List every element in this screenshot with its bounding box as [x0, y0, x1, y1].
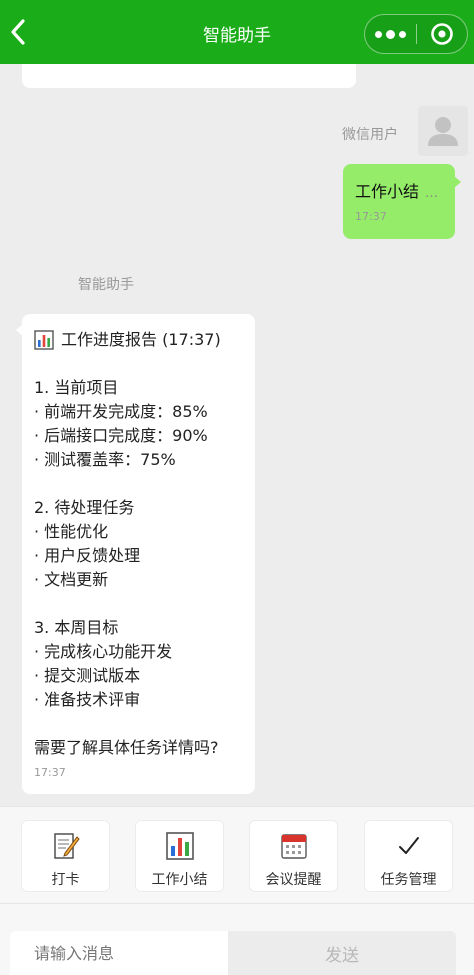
target-close-icon — [431, 23, 453, 45]
more-dots-icon — [375, 30, 382, 38]
section-heading: 3. 本周目标 — [34, 618, 119, 637]
report-title: 工作进度报告 (17:37) — [34, 328, 243, 352]
action-label: 工作小结 — [151, 872, 208, 888]
avatar — [418, 106, 468, 156]
message-status: … — [425, 186, 439, 201]
message-input[interactable] — [10, 931, 228, 975]
list-item: · 用户反馈处理 — [34, 546, 141, 565]
user-message-bubble[interactable]: 工作小结 … 17:37 — [343, 164, 461, 239]
bot-message-bubble[interactable]: 工作进度报告 (17:37) 1. 当前项目 · 前端开发完成度：85% · 后… — [16, 314, 255, 794]
list-item: · 前端开发完成度：85% — [34, 402, 208, 421]
list-item: · 测试覆盖率：75% — [34, 450, 176, 469]
more-button[interactable] — [365, 14, 416, 54]
follow-up-question: 需要了解具体任务详情吗? — [34, 738, 219, 757]
check-in-button[interactable]: 打卡 — [21, 820, 110, 892]
section-heading: 2. 待处理任务 — [34, 498, 135, 517]
list-item: · 准备技术评审 — [34, 690, 141, 709]
action-label: 会议提醒 — [265, 872, 322, 888]
bot-sender-name: 智能助手 — [78, 277, 134, 293]
work-summary-button[interactable]: 工作小结 — [135, 820, 224, 892]
user-avatar-icon — [428, 117, 458, 146]
section-heading: 1. 当前项目 — [34, 378, 119, 397]
task-management-button[interactable]: 任务管理 — [364, 820, 453, 892]
memo-icon — [53, 833, 80, 859]
nav-bar: 智能助手 — [0, 0, 474, 64]
list-item: · 后端接口完成度：90% — [34, 426, 208, 445]
send-button[interactable]: 发送 — [228, 931, 456, 975]
calendar-icon — [280, 834, 307, 859]
user-message-text: 工作小结 — [355, 182, 420, 201]
list-item: · 性能优化 — [34, 522, 109, 541]
previous-message-bubble — [22, 64, 356, 88]
quick-action-bar: 打卡 工作小结 会议提醒 任务管理 — [0, 806, 474, 903]
list-item: · 完成核心功能开发 — [34, 642, 173, 661]
bar-chart-icon — [165, 832, 194, 860]
bar-chart-icon — [34, 330, 54, 350]
user-sender-name: 微信用户 — [342, 127, 398, 143]
action-label: 打卡 — [51, 872, 80, 888]
message-time: 17:37 — [34, 766, 66, 779]
message-time: 17:37 — [355, 210, 387, 223]
report-title-text: 工作进度报告 (17:37) — [61, 330, 221, 349]
message-input-bar: 发送 — [0, 903, 474, 975]
mini-program-capsule — [364, 14, 468, 54]
chat-area[interactable]: 微信用户 工作小结 … 17:37 智能助手 工作进度报告 (17:37) 1. … — [0, 64, 474, 806]
close-button[interactable] — [417, 14, 467, 54]
checkmark-icon — [398, 837, 419, 854]
action-label: 任务管理 — [380, 872, 437, 888]
list-item: · 文档更新 — [34, 570, 109, 589]
meeting-reminder-button[interactable]: 会议提醒 — [249, 820, 338, 892]
list-item: · 提交测试版本 — [34, 666, 141, 685]
